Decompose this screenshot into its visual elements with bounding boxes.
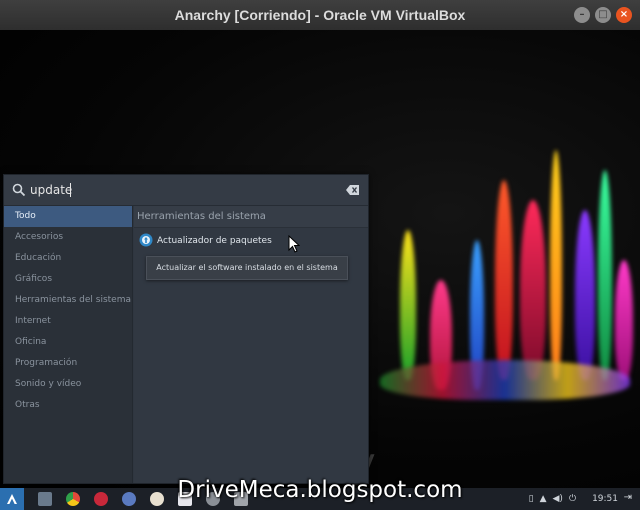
wallpaper-splash bbox=[495, 180, 513, 380]
category-item-graficos[interactable]: Gráficos bbox=[4, 269, 132, 290]
category-item-accesorios[interactable]: Accesorios bbox=[4, 227, 132, 248]
minimize-button[interactable]: – bbox=[574, 7, 590, 23]
wallpaper-splash bbox=[400, 230, 416, 380]
watermark-text: DriveMeca.blogspot.com bbox=[177, 477, 463, 503]
wallpaper-splash bbox=[575, 210, 595, 380]
category-list: Todo Accesorios Educación Gráficos Herra… bbox=[4, 206, 133, 483]
category-item-programacion[interactable]: Programación bbox=[4, 353, 132, 374]
search-bar bbox=[4, 175, 368, 206]
section-header: Herramientas del sistema bbox=[134, 206, 368, 228]
category-item-todo[interactable]: Todo bbox=[4, 206, 132, 227]
result-item-actualizador[interactable]: Actualizador de paquetes bbox=[134, 230, 368, 252]
wallpaper-splash bbox=[598, 170, 612, 380]
clear-search-icon[interactable] bbox=[346, 184, 360, 196]
wallpaper-splash bbox=[615, 260, 633, 380]
wallpaper-splash bbox=[380, 360, 630, 400]
search-input[interactable] bbox=[30, 181, 330, 199]
window-controls: – □ × bbox=[574, 7, 632, 23]
category-item-sonido-video[interactable]: Sonido y vídeo bbox=[4, 374, 132, 395]
search-icon bbox=[12, 183, 26, 197]
text-caret bbox=[70, 183, 71, 197]
wallpaper-splash bbox=[550, 150, 562, 380]
category-item-oficina[interactable]: Oficina bbox=[4, 332, 132, 353]
category-item-internet[interactable]: Internet bbox=[4, 311, 132, 332]
category-item-herramientas[interactable]: Herramientas del sistema bbox=[4, 290, 132, 311]
window-title: Anarchy [Corriendo] - Oracle VM VirtualB… bbox=[174, 7, 466, 23]
launcher-menu: Todo Accesorios Educación Gráficos Herra… bbox=[3, 174, 369, 484]
wallpaper-splash bbox=[520, 200, 546, 380]
category-item-otras[interactable]: Otras bbox=[4, 395, 132, 416]
tooltip: Actualizar el software instalado en el s… bbox=[146, 256, 348, 280]
result-label: Actualizador de paquetes bbox=[157, 236, 272, 246]
package-update-icon bbox=[139, 233, 153, 247]
maximize-button[interactable]: □ bbox=[595, 7, 611, 23]
results-panel: Herramientas del sistema Actualizador de… bbox=[134, 206, 368, 483]
category-item-educacion[interactable]: Educación bbox=[4, 248, 132, 269]
close-button[interactable]: × bbox=[616, 7, 632, 23]
mouse-cursor-icon bbox=[288, 235, 300, 253]
window-titlebar: Anarchy [Corriendo] - Oracle VM VirtualB… bbox=[0, 0, 640, 30]
